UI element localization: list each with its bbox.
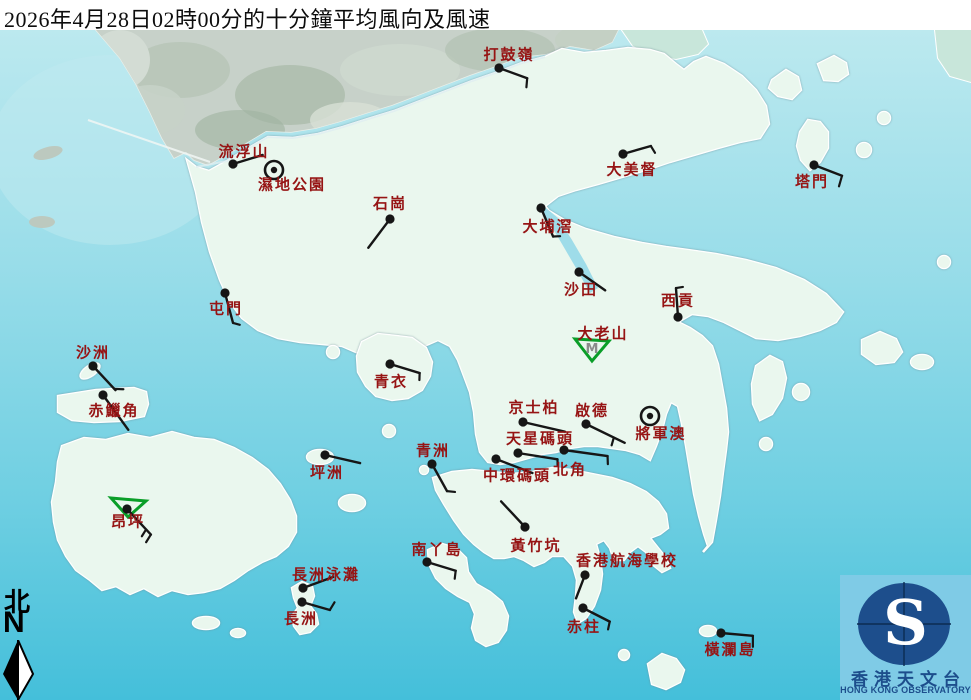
- land-ap-chau: [857, 143, 871, 157]
- station-dot: [228, 159, 237, 168]
- land-basalt-island: [911, 355, 933, 369]
- station-dot: [578, 603, 587, 612]
- station-dot: [271, 167, 277, 173]
- station-dot: [581, 419, 590, 428]
- land-soko-islet: [231, 629, 245, 637]
- station-dot: [536, 203, 545, 212]
- station-dot: [220, 288, 229, 297]
- station-dot: [385, 214, 394, 223]
- map-title: 2026年4月28日02時00分的十分鐘平均風向及風速: [4, 2, 491, 34]
- deep-bay-islet: [29, 216, 55, 228]
- compass-north: 北 N: [0, 584, 44, 700]
- hong-kong-map: M: [0, 0, 971, 700]
- land-soko-islands: [193, 617, 219, 629]
- station-dot: [491, 454, 500, 463]
- land-kau-yi-chau: [383, 425, 395, 437]
- station-dot: [809, 160, 818, 169]
- land-hei-ling-chau: [339, 495, 365, 511]
- station-dot: [647, 413, 653, 419]
- title-bar: 2026年4月28日02時00分的十分鐘平均風向及風速: [0, 0, 971, 30]
- land-islet-south: [619, 650, 629, 660]
- land-green-island: [420, 466, 428, 474]
- land-shelter-island: [760, 438, 772, 450]
- hko-name-english: HONG KONG OBSERVATORY: [840, 685, 971, 695]
- station-dot: [122, 504, 131, 513]
- station-dot: [673, 312, 682, 321]
- station-dot: [513, 448, 522, 457]
- station-dot: [88, 361, 97, 370]
- station-dot: [574, 267, 583, 276]
- station-dot: [385, 359, 394, 368]
- station-dot: [559, 445, 568, 454]
- station-dot: [427, 459, 436, 468]
- station-dot: [494, 63, 503, 72]
- station-dot: [298, 583, 307, 592]
- north-letter-label: N: [3, 608, 25, 638]
- wind-barb-tick: [676, 287, 683, 288]
- land-islet-ne: [878, 112, 890, 124]
- north-arrow-icon: [1, 640, 35, 700]
- land-jin-island: [793, 384, 809, 400]
- wind-barb-tick: [455, 571, 456, 579]
- hko-monogram: S: [840, 581, 971, 665]
- land-ma-wan: [327, 346, 339, 358]
- station-dot: [422, 557, 431, 566]
- wind-map-app: M 打鼓嶺流浮山濕地公園石崗大美督塔門大埔滘沙田西貢大老山屯門沙洲赤鱲角青衣京士…: [0, 0, 971, 700]
- station-dot: [618, 149, 627, 158]
- land-waglan: [700, 626, 716, 636]
- wind-barb-tick: [447, 491, 455, 492]
- station-dot: [98, 390, 107, 399]
- land-islet-east: [938, 256, 950, 268]
- wind-barb-tick: [526, 78, 527, 87]
- station-dot: [297, 597, 306, 606]
- missing-data-m: M: [586, 342, 599, 357]
- station-dot: [716, 628, 725, 637]
- hko-logo: S 香港天文台 HONG KONG OBSERVATORY: [840, 575, 971, 700]
- station-dot: [520, 522, 529, 531]
- station-dot: [320, 450, 329, 459]
- station-dot: [518, 417, 527, 426]
- station-dot: [580, 570, 589, 579]
